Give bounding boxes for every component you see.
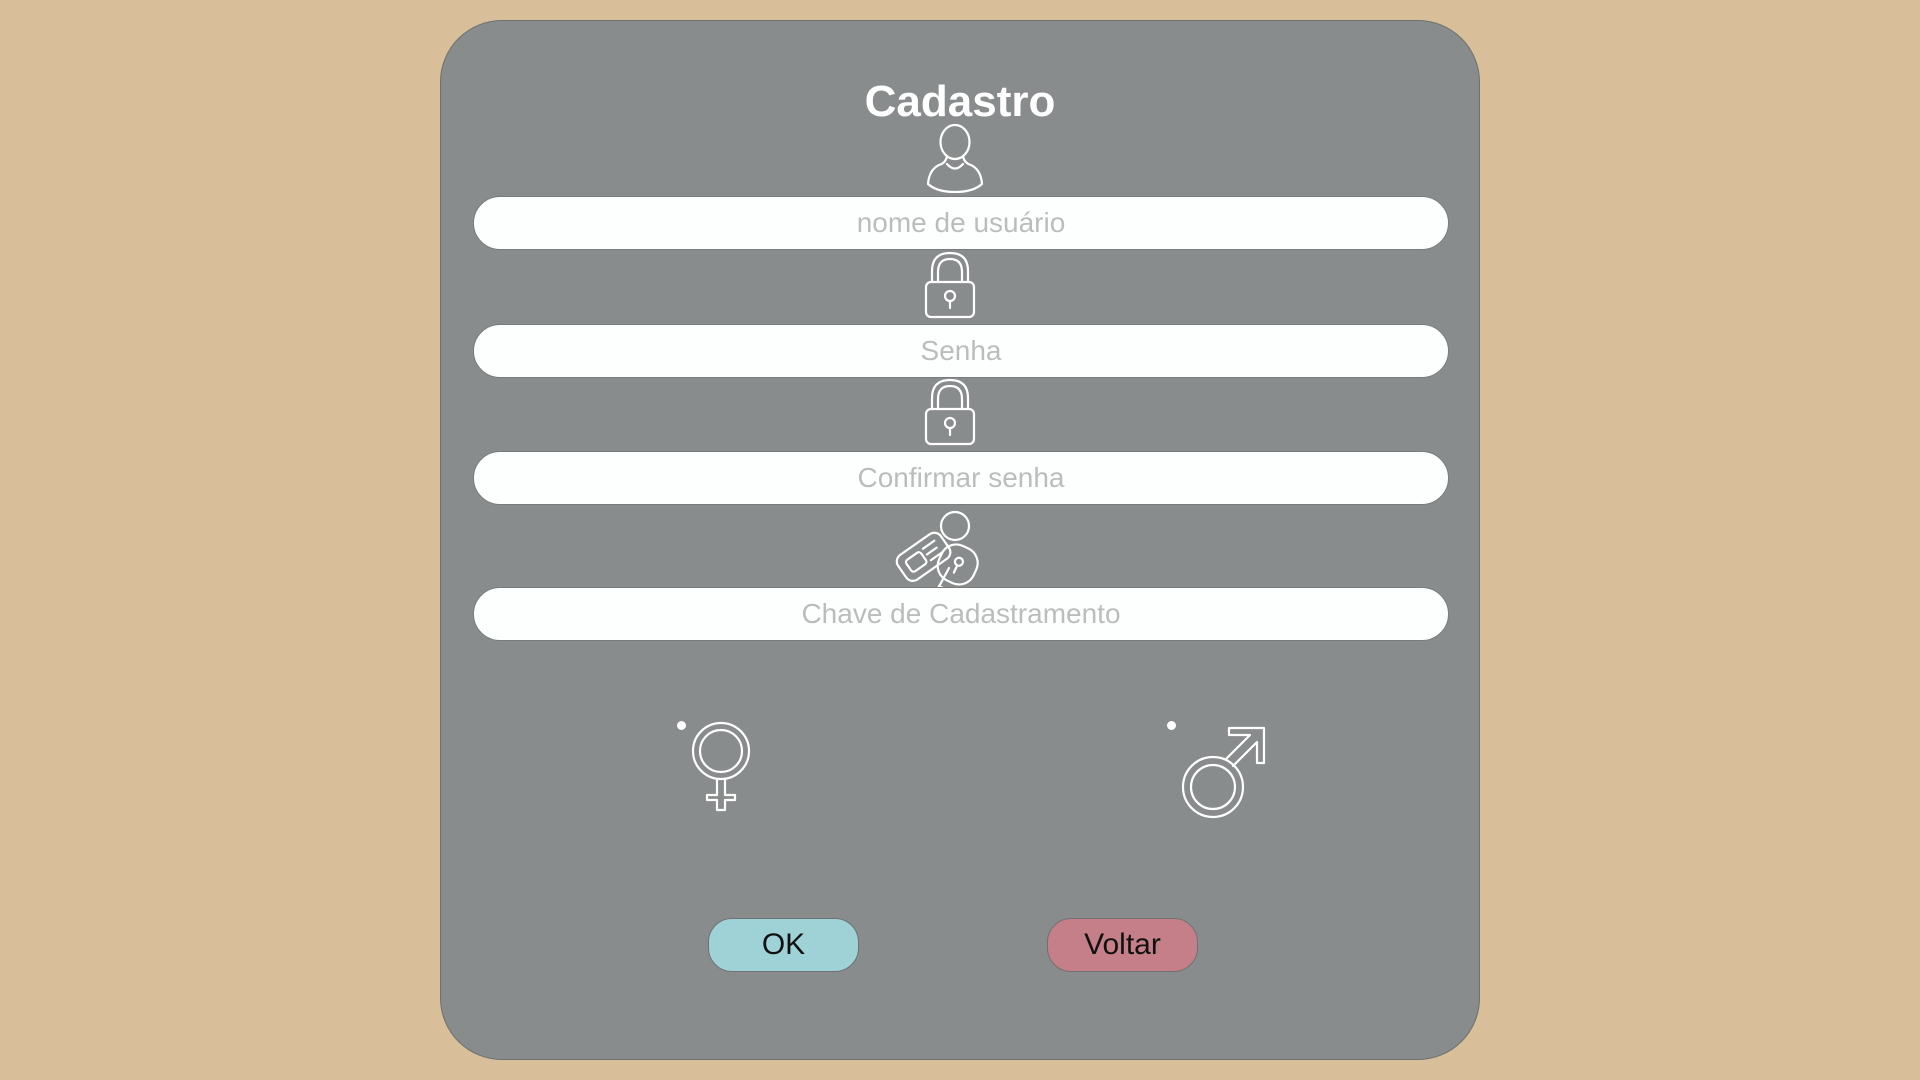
page: Cadastro nome de usuário Chave de Cadast… — [0, 0, 1920, 1080]
female-symbol-icon[interactable] — [687, 721, 755, 827]
registration-key-input[interactable] — [473, 587, 1449, 641]
username-input[interactable] — [473, 196, 1449, 250]
confirm-password-input[interactable] — [473, 451, 1449, 505]
user-icon — [926, 123, 984, 193]
lock-icon — [924, 251, 976, 319]
password-input[interactable] — [473, 324, 1449, 378]
female-radio[interactable] — [677, 721, 686, 730]
back-button[interactable]: Voltar — [1047, 918, 1198, 972]
page-title: Cadastro — [864, 77, 1056, 126]
lock-icon — [924, 378, 976, 446]
male-symbol-icon[interactable] — [1173, 719, 1273, 825]
registration-panel: Cadastro nome de usuário Chave de Cadast… — [440, 20, 1480, 1060]
ok-button[interactable]: OK — [708, 918, 859, 972]
